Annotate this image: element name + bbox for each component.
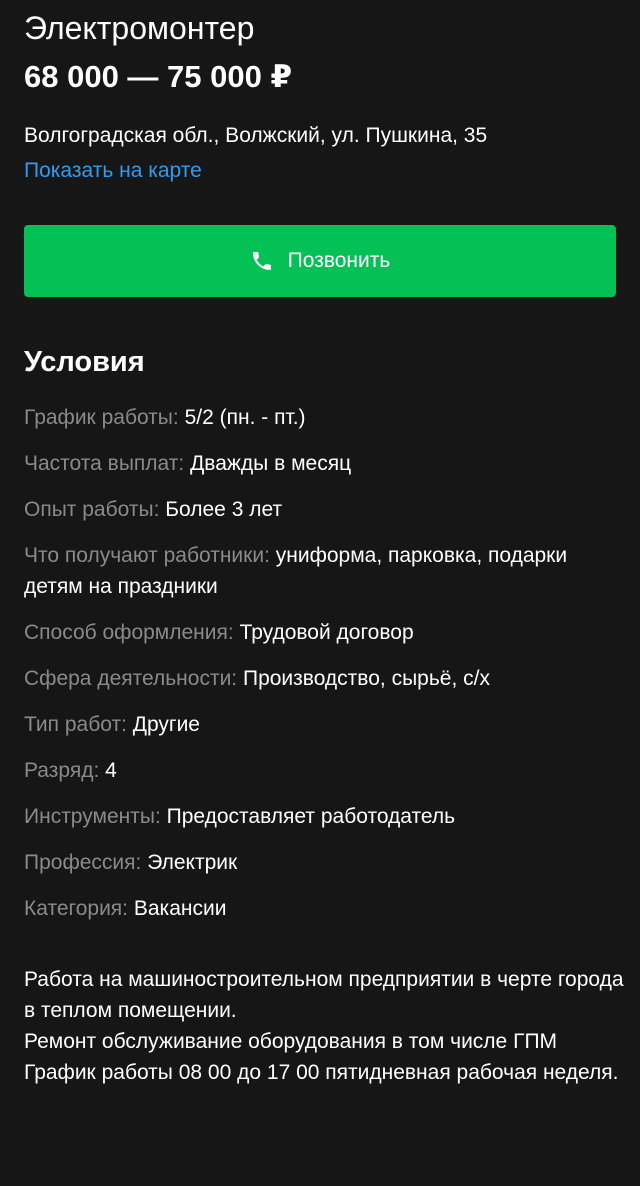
condition-label: Профессия:	[24, 851, 142, 874]
condition-label: Что получают работники:	[24, 544, 270, 567]
condition-value: Предоставляет работодатель	[166, 805, 456, 828]
condition-value: Вакансии	[133, 897, 227, 920]
condition-label: Опыт работы:	[24, 498, 160, 521]
condition-label: Категория:	[24, 897, 129, 920]
condition-label: График работы:	[24, 406, 179, 429]
condition-label: Инструменты:	[24, 805, 161, 828]
call-button[interactable]: Позвонить	[24, 225, 616, 297]
condition-value: Электрик	[147, 851, 238, 874]
condition-benefits: Что получают работники: униформа, парков…	[24, 540, 616, 602]
condition-work-type: Тип работ: Другие	[24, 709, 616, 740]
condition-schedule: График работы: 5/2 (пн. - пт.)	[24, 402, 616, 433]
condition-employment-type: Способ оформления: Трудовой договор	[24, 617, 616, 648]
condition-category: Категория: Вакансии	[24, 893, 616, 924]
condition-grade: Разряд: 4	[24, 755, 616, 786]
job-title: Электромонтер	[24, 10, 255, 46]
description-line: График работы 08 00 до 17 00 пятидневная…	[24, 1061, 619, 1084]
description-line: Ремонт обслуживание оборудования в том ч…	[24, 1030, 558, 1053]
condition-label: Разряд:	[24, 759, 100, 782]
call-button-label: Позвонить	[287, 249, 391, 272]
condition-label: Тип работ:	[24, 713, 127, 736]
salary-range: 68 000 — 75 000 ₽	[24, 59, 293, 94]
conditions-list: График работы: 5/2 (пн. - пт.) Частота в…	[24, 402, 616, 939]
vacancy-description: Работа на машиностроительном предприятии…	[24, 964, 624, 1088]
phone-icon	[250, 249, 274, 273]
condition-value: Дважды в месяц	[190, 452, 352, 475]
condition-payment-frequency: Частота выплат: Дважды в месяц	[24, 448, 616, 479]
condition-industry: Сфера деятельности: Производство, сырьё,…	[24, 663, 616, 694]
condition-label: Сфера деятельности:	[24, 667, 238, 690]
condition-label: Способ оформления:	[24, 621, 234, 644]
show-on-map-link[interactable]: Показать на карте	[24, 157, 202, 185]
condition-experience: Опыт работы: Более 3 лет	[24, 494, 616, 525]
address-text: Волгоградская обл., Волжский, ул. Пушкин…	[24, 124, 488, 147]
condition-value: Более 3 лет	[165, 498, 283, 521]
condition-value: 5/2 (пн. - пт.)	[184, 406, 306, 429]
condition-label: Частота выплат:	[24, 452, 185, 475]
condition-value: Другие	[132, 713, 200, 736]
condition-profession: Профессия: Электрик	[24, 847, 616, 878]
description-line: Работа на машиностроительном предприятии…	[24, 968, 624, 1022]
condition-tools: Инструменты: Предоставляет работодатель	[24, 801, 616, 832]
condition-value: Производство, сырьё, с/х	[242, 667, 490, 690]
condition-value: Трудовой договор	[239, 621, 414, 644]
condition-value: 4	[105, 759, 117, 782]
conditions-title: Условия	[24, 346, 145, 378]
